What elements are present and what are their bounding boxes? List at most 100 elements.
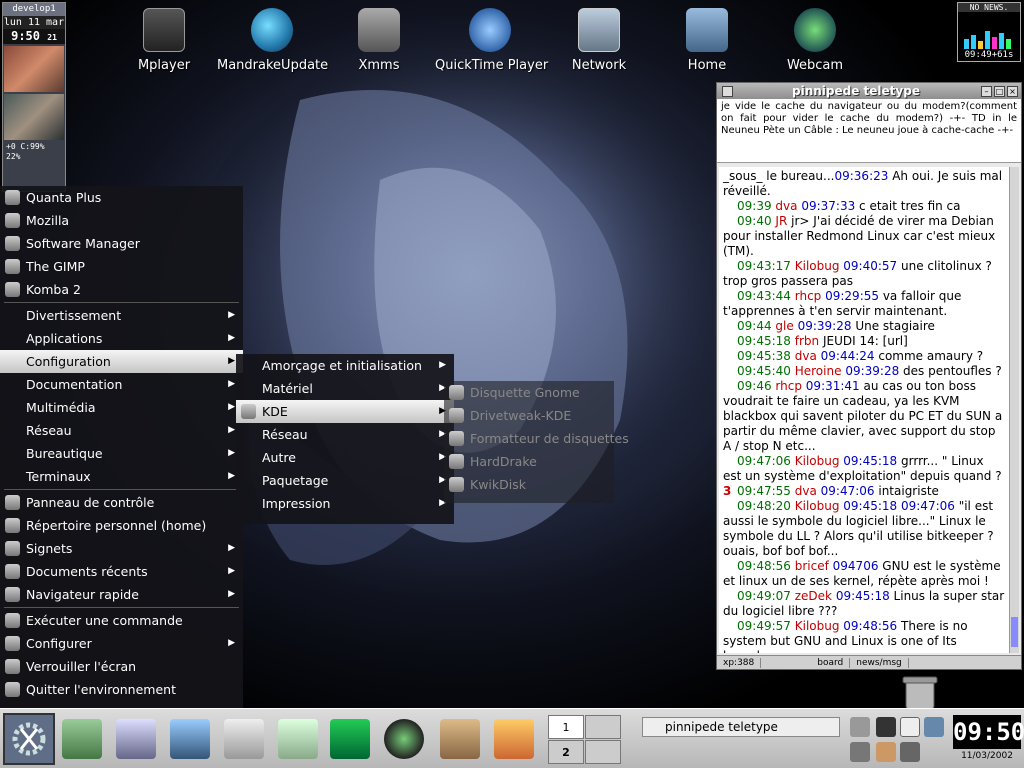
- logout-icon[interactable]: [850, 742, 870, 762]
- launcher-package-icon[interactable]: [62, 719, 102, 759]
- window-list-icon[interactable]: [876, 717, 896, 737]
- menu-item-action[interactable]: Quitter l'environnement: [0, 678, 243, 701]
- message-timestamp[interactable]: 09:39: [723, 199, 772, 213]
- message-reference[interactable]: 094706: [833, 559, 879, 573]
- chat-message[interactable]: 09:48:20 Kilobug 09:45:18 09:47:06 "il e…: [723, 499, 1005, 559]
- chat-message[interactable]: 09:45:18 frbn JEUDI 14: [url]: [723, 334, 1005, 349]
- message-nick[interactable]: bricef: [795, 559, 829, 573]
- launcher-mail-icon[interactable]: [278, 719, 318, 759]
- board-tab[interactable]: board: [811, 657, 851, 668]
- menu-item-recent[interactable]: Quanta Plus: [0, 186, 243, 209]
- window-menu-button[interactable]: [722, 85, 733, 97]
- desktop-icon-webcam[interactable]: Webcam: [760, 8, 870, 73]
- close-button[interactable]: ×: [1007, 85, 1018, 97]
- message-timestamp[interactable]: 09:43:44: [723, 289, 791, 303]
- taskbar-button-pinnipede[interactable]: pinnipede teletype: [642, 717, 840, 737]
- pinnipede-window[interactable]: pinnipede teletype – □ × je vide le cach…: [716, 82, 1022, 670]
- materiel-submenu[interactable]: Disquette Gnome Drivetweak-KDE Formatteur …: [444, 381, 629, 503]
- message-timestamp[interactable]: 09:49:07: [723, 589, 791, 603]
- menu-item-system[interactable]: Navigateur rapide ▶: [0, 583, 243, 606]
- chat-message[interactable]: 09:49:57 Kilobug 09:48:56 There is no sy…: [723, 619, 1005, 653]
- chat-message[interactable]: 09:43:17 Kilobug 09:40:57 une clitolinux…: [723, 259, 1005, 289]
- pager-desktop-2[interactable]: 2: [548, 740, 584, 764]
- chat-message[interactable]: 09:48:56 bricef 094706 GNU est le systèm…: [723, 559, 1005, 589]
- news-applet[interactable]: NO NEWS. 09:49+61s: [957, 2, 1021, 62]
- message-reference[interactable]: 09:29:55: [825, 289, 879, 303]
- menu-item-configuration[interactable]: Matériel ▶: [236, 377, 454, 400]
- window-titlebar[interactable]: pinnipede teletype – □ ×: [717, 83, 1021, 99]
- message-timestamp[interactable]: 09:47:55: [723, 484, 791, 498]
- message-nick[interactable]: Heroine: [795, 364, 842, 378]
- message-reference[interactable]: 09:45:18 09:47:06: [843, 499, 955, 513]
- pager-desktop-4[interactable]: [585, 740, 621, 764]
- menu-item-category[interactable]: Documentation ▶: [0, 373, 243, 396]
- volume-icon[interactable]: [924, 717, 944, 737]
- launcher-browser-icon[interactable]: [384, 719, 424, 759]
- menu-item-system[interactable]: Panneau de contrôle: [0, 491, 243, 514]
- message-reference[interactable]: 09:44:24: [821, 349, 875, 363]
- message-reference[interactable]: 09:47:06: [821, 484, 875, 498]
- message-nick[interactable]: Kilobug: [795, 259, 840, 273]
- message-list[interactable]: _sous_ le bureau...09:36:23 Ah oui. Je s…: [719, 167, 1009, 653]
- message-reference[interactable]: 09:45:18: [843, 454, 897, 468]
- menu-item-action[interactable]: Configurer ▶: [0, 632, 243, 655]
- pager-desktop-1[interactable]: 1: [548, 715, 584, 739]
- message-timestamp[interactable]: 09:44: [723, 319, 772, 333]
- desktop-pager[interactable]: 1 2: [548, 715, 622, 765]
- message-nick[interactable]: Kilobug: [795, 499, 840, 513]
- trash-icon[interactable]: [900, 675, 940, 709]
- menu-item-configuration[interactable]: Réseau ▶: [236, 423, 454, 446]
- menu-item-action[interactable]: Exécuter une commande: [0, 609, 243, 632]
- menu-item-recent[interactable]: The GIMP: [0, 255, 243, 278]
- chat-message[interactable]: 09:39 dva 09:37:33 c etait tres fin ca: [723, 199, 1005, 214]
- desktop-icon-home[interactable]: Home: [652, 8, 762, 73]
- desktop-icon-mandrakeupdate[interactable]: MandrakeUpdate: [217, 8, 328, 73]
- chat-message[interactable]: 09:46 rhcp 09:31:41 au cas ou ton boss v…: [723, 379, 1005, 454]
- message-reference[interactable]: 09:39:28: [845, 364, 899, 378]
- menu-item-configuration[interactable]: KDE ▶: [236, 400, 454, 423]
- menu-item-configuration[interactable]: Autre ▶: [236, 446, 454, 469]
- chat-message[interactable]: _sous_ le bureau...09:36:23 Ah oui. Je s…: [723, 169, 1005, 199]
- chat-message[interactable]: 09:49:07 zeDek 09:45:18 Linus la super s…: [723, 589, 1005, 619]
- menu-item-category[interactable]: Divertissement ▶: [0, 304, 243, 327]
- message-nick[interactable]: dva: [795, 484, 817, 498]
- message-nick[interactable]: Kilobug: [795, 454, 840, 468]
- message-nick[interactable]: zeDek: [795, 589, 832, 603]
- kde-menu-button[interactable]: [3, 713, 55, 765]
- message-timestamp[interactable]: 09:40: [723, 214, 772, 228]
- message-reference[interactable]: 09:48:56: [843, 619, 897, 633]
- news-tab[interactable]: news/msg: [850, 657, 909, 668]
- menu-item-recent[interactable]: Software Manager: [0, 232, 243, 255]
- menu-item-action[interactable]: Verrouiller l'écran: [0, 655, 243, 678]
- launcher-terminal-icon[interactable]: [330, 719, 370, 759]
- message-reference[interactable]: 09:37:33: [801, 199, 855, 213]
- menu-item-materiel[interactable]: Drivetweak-KDE: [444, 404, 614, 427]
- message-reference[interactable]: 09:45:18: [836, 589, 890, 603]
- message-nick[interactable]: gle: [775, 319, 793, 333]
- message-timestamp[interactable]: 09:45:18: [723, 334, 791, 348]
- menu-item-category[interactable]: Terminaux ▶: [0, 465, 243, 488]
- menu-item-category[interactable]: Multimédia ▶: [0, 396, 243, 419]
- pager-desktop-3[interactable]: [585, 715, 621, 739]
- menu-item-materiel[interactable]: KwikDisk: [444, 473, 614, 496]
- message-timestamp[interactable]: 09:47:06: [723, 454, 791, 468]
- desktop-icon-mplayer[interactable]: Mplayer: [109, 8, 219, 73]
- message-reference[interactable]: 09:36:23: [834, 169, 888, 183]
- message-nick[interactable]: rhcp: [795, 289, 822, 303]
- menu-item-system[interactable]: Signets ▶: [0, 537, 243, 560]
- tools-icon[interactable]: [900, 742, 920, 762]
- launcher-gimp-icon[interactable]: [440, 719, 480, 759]
- menu-item-materiel[interactable]: Formatteur de disquettes: [444, 427, 629, 450]
- chat-message[interactable]: 09:47:06 Kilobug 09:45:18 grrrr... " Lin…: [723, 454, 1005, 484]
- launcher-quanta-icon[interactable]: [494, 719, 534, 759]
- clipboard-icon[interactable]: [876, 742, 896, 762]
- scrollbar[interactable]: [1009, 167, 1019, 653]
- message-reference[interactable]: 09:39:28: [798, 319, 852, 333]
- menu-item-configuration[interactable]: Amorçage et initialisation ▶: [236, 354, 454, 377]
- chat-message[interactable]: 09:40 JR jr> J'ai décidé de virer ma Deb…: [723, 214, 1005, 259]
- menu-item-system[interactable]: Répertoire personnel (home): [0, 514, 243, 537]
- desktop-icon-network[interactable]: Network: [544, 8, 654, 73]
- menu-item-configuration[interactable]: Impression ▶: [236, 492, 454, 515]
- menu-item-configuration[interactable]: Paquetage ▶: [236, 469, 454, 492]
- chat-message[interactable]: 09:44 gle 09:39:28 Une stagiaire: [723, 319, 1005, 334]
